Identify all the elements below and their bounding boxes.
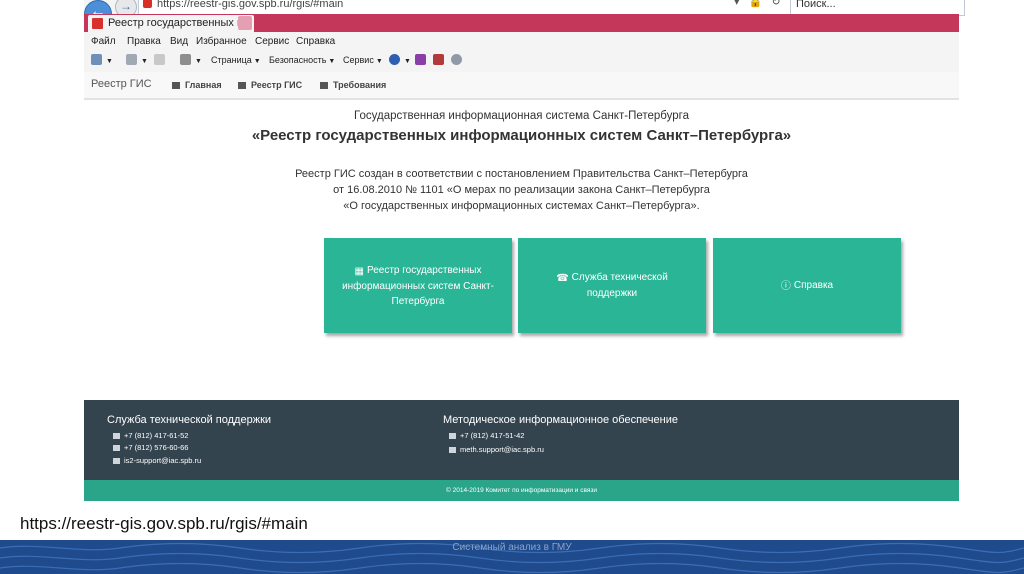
new-tab-button[interactable]	[238, 16, 252, 30]
home-icon[interactable]	[91, 54, 102, 65]
home-icon	[172, 82, 180, 89]
page-menu-label: Страница	[211, 55, 252, 65]
security-menu[interactable]: Безопасность ▼	[269, 50, 335, 72]
nav-registry[interactable]: Реестр ГИС	[238, 80, 302, 90]
feeds-dropdown-icon[interactable]: ▼	[139, 50, 148, 72]
site-navbar: Реестр ГИС Главная Реестр ГИС Требования	[84, 72, 959, 100]
info-icon: ⓘ	[780, 280, 791, 292]
address-actions: ▾ 🔒 ↻ ×	[734, 0, 796, 8]
description-line: Реестр ГИС создан в соответствии с поста…	[295, 168, 748, 180]
security-menu-label: Безопасность	[269, 55, 327, 65]
nav-home[interactable]: Главная	[172, 80, 222, 90]
support-email-text: is2-support@iac.spb.ru	[124, 456, 202, 465]
description-line: «О государственных информационных систем…	[343, 200, 700, 212]
book-icon	[320, 82, 328, 89]
tab-active[interactable]: Реестр государственных и... ×	[88, 15, 254, 32]
menu-service[interactable]: Сервис	[255, 34, 289, 50]
page-subtitle: Государственная информационная система С…	[354, 110, 689, 122]
slide-decorative-strip: Системный анализ в ГМУ	[0, 540, 1024, 574]
menu-view[interactable]: Вид	[170, 34, 188, 50]
support-tile-label: Служба технической поддержки	[571, 272, 668, 299]
slide-caption-url: https://reestr-gis.gov.spb.ru/rgis/#main	[20, 514, 308, 533]
help-icon[interactable]	[389, 54, 400, 65]
print-icon[interactable]	[180, 54, 191, 65]
methodical-heading: Методическое информационное обеспечение	[443, 414, 678, 426]
description-line: от 16.08.2010 № 1101 «О мерах по реализа…	[333, 184, 710, 196]
slide-footer-text: Системный анализ в ГМУ	[452, 542, 572, 553]
envelope-icon	[449, 447, 456, 453]
print-dropdown-icon[interactable]: ▼	[193, 50, 202, 72]
nav-requirements-label: Требования	[333, 80, 387, 90]
mail-icon[interactable]	[154, 54, 165, 65]
service-menu-label: Сервис	[343, 55, 374, 65]
methodical-email-text: meth.support@iac.spb.ru	[460, 445, 544, 454]
gear-icon[interactable]	[451, 54, 462, 65]
methodical-phone: +7 (812) 417-51-42	[449, 431, 524, 440]
home-dropdown-icon[interactable]: ▼	[104, 50, 113, 72]
browser-chrome: ← → https://reestr-gis.gov.spb.ru/rgis/#…	[84, 0, 965, 100]
phone-icon: ☎	[556, 273, 569, 284]
command-bar: ▼ ▼ ▼ Страница ▼ Безопасность ▼ Сервис ▼ ▼	[84, 50, 959, 70]
registry-tile-button[interactable]: ▦ Реестр государственных информационных с…	[324, 238, 512, 333]
page-footer: Служба технической поддержки +7 (812) 41…	[84, 400, 959, 480]
support-phone1-text: +7 (812) 417-61-52	[124, 431, 189, 440]
table-icon: ▦	[354, 265, 364, 277]
nav-home-label: Главная	[185, 80, 222, 90]
phone-icon	[113, 433, 120, 439]
help-tile-label: Справка	[793, 279, 834, 291]
search-dropdown-icon[interactable]: ▾	[734, 0, 740, 8]
tab-title: Реестр государственных и...	[108, 17, 253, 29]
research-icon[interactable]	[415, 54, 426, 65]
nav-registry-label: Реестр ГИС	[251, 80, 303, 90]
registry-tile-label: Реестр государственных информационных си…	[342, 264, 494, 307]
site-brand[interactable]: Реестр ГИС	[91, 78, 152, 90]
help-dropdown-icon[interactable]: ▼	[402, 50, 411, 72]
phone-icon	[449, 433, 456, 439]
support-heading: Служба технической поддержки	[107, 414, 272, 426]
site-favicon-icon	[143, 0, 152, 8]
feeds-icon[interactable]	[126, 54, 137, 65]
nav-requirements[interactable]: Требования	[320, 80, 386, 90]
envelope-icon	[113, 458, 120, 464]
methodical-phone-text: +7 (812) 417-51-42	[460, 431, 525, 440]
phone-icon	[113, 445, 120, 451]
list-icon	[238, 82, 246, 89]
menu-help[interactable]: Справка	[296, 34, 335, 50]
support-email[interactable]: is2-support@iac.spb.ru	[113, 456, 201, 465]
methodical-email[interactable]: meth.support@iac.spb.ru	[449, 445, 544, 454]
menu-bar: Файл Правка Вид Избранное Сервис Справка	[84, 34, 959, 50]
menu-edit[interactable]: Правка	[127, 34, 161, 50]
tab-favicon-icon	[92, 18, 103, 29]
copyright-bar: © 2014-2019 Комитет по информатизации и …	[84, 480, 959, 501]
support-tile-button[interactable]: ☎ Служба технической поддержки	[518, 238, 706, 333]
refresh-icon[interactable]: ↻	[771, 0, 780, 8]
lock-icon[interactable]: 🔒	[749, 0, 763, 8]
support-phone1: +7 (812) 417-61-52	[113, 431, 188, 440]
menu-file[interactable]: Файл	[91, 34, 116, 50]
page-menu[interactable]: Страница ▼	[211, 50, 261, 72]
service-menu[interactable]: Сервис ▼	[343, 50, 383, 72]
menu-favorites[interactable]: Избранное	[196, 34, 247, 50]
page-title: «Реестр государственных информационных с…	[251, 127, 792, 144]
translate-icon[interactable]	[433, 54, 444, 65]
help-tile-button[interactable]: ⓘ Справка	[713, 238, 901, 333]
support-phone2-text: +7 (812) 576-60-66	[124, 443, 189, 452]
address-url: https://reestr-gis.gov.spb.ru/rgis/#main	[157, 0, 344, 10]
support-phone2: +7 (812) 576-60-66	[113, 443, 188, 452]
tab-strip: Реестр государственных и... ×	[84, 14, 959, 32]
